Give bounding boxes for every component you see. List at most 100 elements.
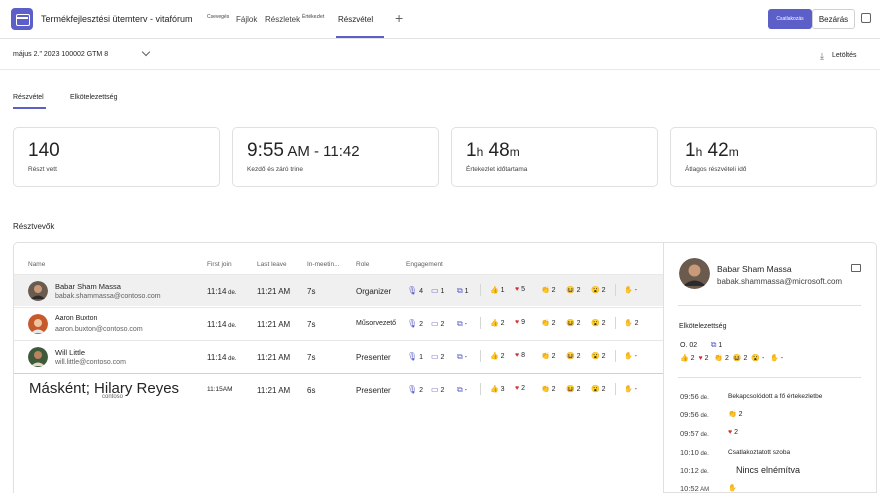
- card-value: 9:55 AM - 11:42: [247, 140, 360, 161]
- column-header-engagement[interactable]: Engagement: [406, 261, 443, 268]
- engagement-mic: 🎙 2: [407, 385, 424, 394]
- like-icon: 👍: [490, 386, 499, 393]
- divider: [480, 383, 481, 395]
- raised-hand: ✋ -: [624, 353, 638, 360]
- mic-icon: 🎙: [407, 319, 418, 328]
- hand-icon: ✋: [728, 485, 737, 492]
- subtab-engagement[interactable]: Elkötelezettség: [70, 94, 117, 101]
- clap-icon: 👏: [728, 411, 737, 418]
- reaction-laugh: 😆 2: [566, 320, 581, 327]
- tab-files[interactable]: Fájlok: [236, 15, 257, 24]
- laugh-icon: 😆: [566, 386, 575, 393]
- download-button[interactable]: Letöltés: [832, 52, 857, 59]
- heart-icon: ♥: [515, 385, 520, 392]
- engagement-share: ⧉ 1: [457, 286, 469, 295]
- timeline-time: 10:52 AM: [680, 484, 710, 493]
- participant-email: babak.shammassa@contoso.com: [55, 293, 161, 300]
- engagement-mic: 🎙 1: [407, 352, 424, 361]
- detail-email: babak.shammassa@microsoft.com: [717, 277, 843, 286]
- wow-icon: 😮: [591, 287, 600, 294]
- add-tab-button[interactable]: +: [395, 10, 403, 26]
- engagement-title: Elkötelezettség: [679, 323, 727, 330]
- like-icon: 👍: [680, 355, 689, 362]
- hand-icon: ✋: [624, 353, 633, 360]
- divider: [615, 383, 616, 395]
- participant-email: contoso: [102, 394, 124, 400]
- reaction-clap: 👏 2: [541, 320, 556, 327]
- tab-meeting[interactable]: Értékezlet: [302, 14, 324, 20]
- heart-icon: ♥: [515, 319, 520, 326]
- wow-icon: 😮: [591, 386, 600, 393]
- timeline-event: Bekapcsolódott a fő értekezletbe: [728, 393, 823, 400]
- like-icon: 👍: [490, 320, 499, 327]
- tab-attendance[interactable]: Részvétel: [338, 15, 373, 24]
- engagement-camera: ▭ 1: [431, 286, 445, 295]
- join-button[interactable]: Csatlakozás: [768, 9, 812, 29]
- collapse-panel-icon[interactable]: [851, 264, 861, 272]
- mic-icon: 🎙: [407, 352, 418, 361]
- column-header-first-join[interactable]: First join: [207, 261, 232, 268]
- divider: [678, 305, 861, 306]
- download-icon[interactable]: ⤓: [820, 51, 824, 62]
- share-icon: ⧉: [457, 352, 463, 361]
- column-header-name[interactable]: Name: [28, 261, 45, 268]
- last-leave: 11:21 AM: [257, 353, 291, 362]
- participant-name: Aaron Buxton: [55, 315, 98, 322]
- column-header-last-leave[interactable]: Last leave: [257, 261, 287, 268]
- tab-chat[interactable]: Csevegés: [207, 14, 229, 20]
- participant-email: aaron.buxton@contoso.com: [55, 326, 143, 333]
- laugh-icon: 😆: [732, 355, 742, 362]
- reaction-clap: 👏 2: [541, 386, 556, 393]
- close-button[interactable]: Bezárás: [812, 9, 855, 29]
- card-value: 1h 48m: [466, 140, 520, 161]
- first-join: 11:14 de.: [207, 287, 237, 296]
- participant-name: Will Little: [55, 348, 86, 357]
- divider: [480, 350, 481, 362]
- clap-icon: 👏: [541, 320, 550, 327]
- heart-icon: ♥: [698, 355, 703, 362]
- engagement-summary-line1: O. 02 ⧉ 1: [680, 340, 723, 349]
- engagement-summary-line2: 👍 2 ♥ 2 👏 2 😆 2 😮 - ✋ -: [680, 355, 784, 362]
- reaction-like: 👍 1: [490, 287, 505, 294]
- card-label: Átlagos részvételi idő: [685, 166, 747, 173]
- table-row[interactable]: Másként; Hilary Reyes contoso 11:15AM 11…: [14, 373, 663, 405]
- card-label: Értekezlet időtartama: [466, 166, 528, 173]
- chevron-down-icon[interactable]: [141, 47, 151, 57]
- engagement-share: ⧉ -: [457, 319, 468, 328]
- wow-icon: 😮: [751, 355, 760, 362]
- heart-icon: ♥: [728, 429, 733, 436]
- timeline-time: 10:10 de.: [680, 448, 709, 457]
- engagement-camera: ▭ 2: [431, 352, 445, 361]
- timeline-event: ♥ 2: [728, 429, 739, 436]
- column-header-duration[interactable]: In-meetin...: [307, 261, 340, 268]
- card-label: Részt vett: [28, 166, 57, 173]
- detail-name: Babar Sham Massa: [717, 264, 792, 274]
- top-bar: Termékfejlesztési ütemterv - vitafórum C…: [0, 0, 880, 39]
- card-value: 140: [28, 140, 60, 161]
- popout-icon[interactable]: [861, 13, 871, 23]
- column-header-role[interactable]: Role: [356, 261, 369, 268]
- share-icon: ⧉: [710, 340, 717, 349]
- camera-icon: ▭: [431, 319, 439, 328]
- subtab-indicator: [13, 107, 46, 109]
- reaction-wow: 😮 2: [591, 353, 606, 360]
- subtab-attendance[interactable]: Részvétel: [13, 94, 44, 101]
- participant-detail-panel: Babar Sham Massa babak.shammassa@microso…: [663, 242, 877, 493]
- engagement-camera: ▭ 2: [431, 385, 445, 394]
- raised-hand: ✋ -: [624, 287, 638, 294]
- heart-icon: ♥: [515, 352, 520, 359]
- participant-email: will.little@contoso.com: [55, 359, 126, 366]
- heart-icon: ♥: [515, 286, 520, 293]
- wow-icon: 😮: [591, 320, 600, 327]
- table-row[interactable]: Will Little will.little@contoso.com 11:1…: [14, 340, 663, 372]
- card-value: 1h 42m: [685, 140, 739, 161]
- table-row[interactable]: Aaron Buxton aaron.buxton@contoso.com 11…: [14, 307, 663, 339]
- reaction-laugh: 😆 2: [566, 353, 581, 360]
- avatar: [28, 281, 48, 301]
- divider: [615, 350, 616, 362]
- tab-details[interactable]: Részletek: [265, 15, 300, 24]
- share-icon: ⧉: [457, 286, 463, 295]
- laugh-icon: 😆: [566, 353, 575, 360]
- avatar: [28, 314, 48, 334]
- table-row[interactable]: Babar Sham Massa babak.shammassa@contoso…: [14, 274, 663, 306]
